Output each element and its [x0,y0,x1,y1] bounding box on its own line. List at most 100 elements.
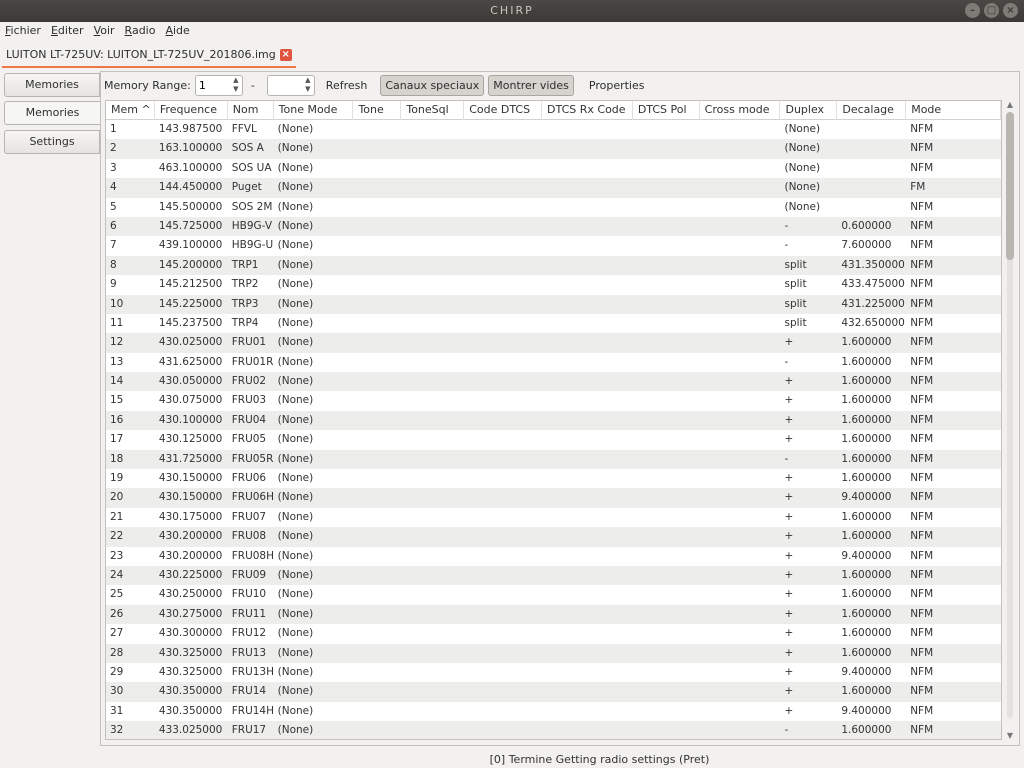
tab-memories-lower[interactable]: Memories (Lower) [4,101,100,141]
table-cell[interactable]: 439.100000 [155,236,228,255]
table-cell[interactable]: 10 [106,295,155,314]
table-cell[interactable] [542,644,633,663]
table-cell[interactable]: (None) [274,469,354,488]
table-cell[interactable] [464,295,542,314]
table-cell[interactable] [353,178,401,197]
refresh-button[interactable]: Refresh [321,75,373,96]
special-channels-toggle[interactable]: Canaux speciaux [380,74,485,96]
table-cell[interactable] [353,450,401,469]
table-cell[interactable]: FRU11 [228,605,274,624]
table-cell[interactable] [353,236,401,255]
table-cell[interactable]: TRP1 [228,256,274,275]
table-cell[interactable]: NFM [906,333,1001,352]
table-cell[interactable] [401,295,464,314]
table-cell[interactable]: + [780,527,837,546]
table-cell[interactable] [464,353,542,372]
table-cell[interactable] [464,198,542,217]
table-row[interactable]: 11 145.237500 TRP4 (None) split 432.650000 NFM [106,314,1001,333]
table-cell[interactable] [353,702,401,721]
table-cell[interactable]: (None) [274,663,354,682]
table-row[interactable]: 12 430.025000 FRU01 (None) +1.600000 NFM [106,333,1001,353]
table-cell[interactable]: 1.600000 [837,450,906,469]
table-cell[interactable]: 430.350000 [155,702,228,721]
table-cell[interactable]: (None) [780,178,837,197]
table-cell[interactable] [353,644,401,663]
table-cell[interactable] [464,139,542,158]
table-cell[interactable]: FRU14 [228,682,274,701]
table-cell[interactable] [464,178,542,197]
table-cell[interactable] [633,624,700,643]
column-header[interactable]: Mode [906,101,1001,120]
table-row[interactable]: 21 430.175000 FRU07 (None) +1.600000 NFM [106,508,1001,527]
table-cell[interactable]: (None) [274,256,354,275]
table-cell[interactable] [464,644,542,663]
minimize-icon[interactable]: – [965,3,980,18]
table-cell[interactable]: TRP4 [228,314,274,333]
table-cell[interactable] [542,469,633,488]
table-cell[interactable]: 430.200000 [155,527,228,546]
table-cell[interactable] [633,411,700,430]
table-row[interactable]: 32 433.025000 FRU17 (None) -1.600000 NFM [106,721,1001,739]
table-cell[interactable]: 1.600000 [837,391,906,410]
table-cell[interactable] [542,139,633,158]
table-row[interactable]: 20 430.150000 FRU06H (None) +9.400000 NFM [106,488,1001,508]
table-cell[interactable]: 431.625000 [155,353,228,372]
column-header[interactable]: Cross mode [700,101,781,120]
column-header[interactable]: DTCS Pol [633,101,700,120]
table-cell[interactable]: NFM [906,391,1001,410]
table-cell[interactable]: 8 [106,256,155,275]
table-cell[interactable] [633,120,700,139]
table-cell[interactable] [464,159,542,178]
table-cell[interactable] [700,159,781,178]
table-cell[interactable] [837,198,906,217]
table-cell[interactable] [633,159,700,178]
table-cell[interactable]: 9.400000 [837,663,906,682]
table-cell[interactable] [542,527,633,546]
table-cell[interactable] [542,295,633,314]
table-cell[interactable] [542,178,633,197]
table-cell[interactable]: + [780,488,837,507]
table-cell[interactable] [700,430,781,449]
table-cell[interactable]: 1.600000 [837,605,906,624]
table-cell[interactable]: NFM [906,236,1001,255]
table-cell[interactable] [700,605,781,624]
table-cell[interactable] [353,566,401,585]
table-cell[interactable]: FM [906,178,1001,197]
table-cell[interactable]: 1.600000 [837,721,906,739]
table-cell[interactable] [633,430,700,449]
table-cell[interactable]: FFVL [228,120,274,139]
table-cell[interactable] [353,605,401,624]
table-cell[interactable]: FRU02 [228,372,274,391]
table-cell[interactable]: + [780,391,837,410]
table-cell[interactable]: 1.600000 [837,624,906,643]
table-cell[interactable] [700,120,781,139]
table-cell[interactable] [542,663,633,682]
table-cell[interactable]: 18 [106,450,155,469]
table-cell[interactable]: split [780,295,837,314]
table-cell[interactable]: (None) [274,682,354,701]
table-cell[interactable]: 1.600000 [837,585,906,604]
table-cell[interactable]: 21 [106,508,155,527]
table-cell[interactable]: NFM [906,527,1001,546]
table-cell[interactable] [700,663,781,682]
table-cell[interactable]: FRU12 [228,624,274,643]
table-cell[interactable] [401,682,464,701]
table-cell[interactable]: NFM [906,198,1001,217]
table-row[interactable]: 10 145.225000 TRP3 (None) split 431.225000 NFM [106,294,1001,314]
table-row[interactable]: 1 143.987500 FFVL (None) (None) NFM [106,120,1001,139]
table-row[interactable]: 23 430.200000 FRU08H (None) +9.400000 NFM [106,547,1001,566]
close-tab-icon[interactable]: × [279,49,292,61]
table-row[interactable]: 15 430.075000 FRU03 (None) +1.600000 NFM [106,391,1001,410]
table-cell[interactable] [401,256,464,275]
table-cell[interactable]: split [780,314,837,333]
table-cell[interactable]: (None) [274,644,354,663]
table-cell[interactable]: FRU04 [228,411,274,430]
table-cell[interactable] [542,217,633,236]
table-cell[interactable] [353,411,401,430]
table-cell[interactable]: Puget [228,178,274,197]
table-cell[interactable] [542,566,633,585]
table-cell[interactable]: HB9G-U [228,236,274,255]
column-header[interactable]: ToneSql [401,101,465,120]
table-cell[interactable]: 2 [106,139,155,158]
table-cell[interactable]: FRU13 [228,644,274,663]
